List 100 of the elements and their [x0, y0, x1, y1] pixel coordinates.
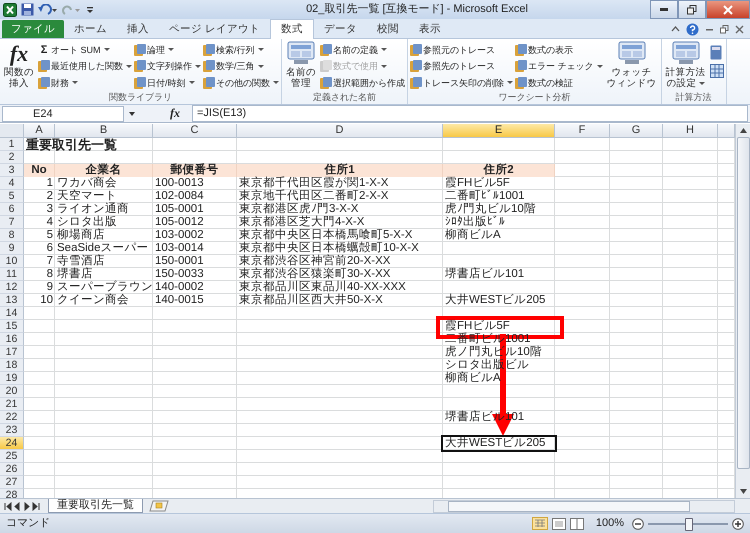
- row-header[interactable]: 10: [0, 255, 24, 268]
- customize-toolbar-icon[interactable]: [86, 4, 94, 14]
- minimize-button[interactable]: [650, 0, 678, 19]
- ribbon-button[interactable]: 選択範囲から作成: [320, 75, 405, 90]
- save-icon[interactable]: [21, 3, 34, 16]
- restore-button[interactable]: [678, 0, 706, 19]
- column-header[interactable]: D: [237, 124, 443, 138]
- book-icon: [134, 60, 146, 72]
- scroll-down-icon[interactable]: [740, 489, 746, 494]
- row-header[interactable]: 18: [0, 359, 24, 372]
- horizontal-scrollbar[interactable]: [433, 500, 735, 512]
- ribbon-button[interactable]: 参照先のトレース: [410, 58, 513, 74]
- insert-function-button[interactable]: fx 関数の 挿入: [2, 41, 36, 91]
- formula-field[interactable]: =JIS(E13): [192, 105, 748, 122]
- row-header[interactable]: 23: [0, 424, 24, 437]
- row-header[interactable]: 11: [0, 268, 24, 281]
- ribbon-button[interactable]: 数式の表示: [515, 42, 603, 57]
- ribbon-button[interactable]: Σ オート SUM: [38, 42, 132, 57]
- ribbon-button[interactable]: その他の関数: [203, 75, 279, 90]
- close-icon[interactable]: [735, 24, 744, 34]
- help-icon[interactable]: [686, 22, 699, 36]
- column-header[interactable]: F: [555, 124, 610, 138]
- row-header[interactable]: 19: [0, 372, 24, 385]
- ribbon-button[interactable]: 参照元のトレース: [410, 42, 513, 57]
- ribbon-button[interactable]: エラー チェック: [515, 58, 603, 74]
- book-icon: [320, 60, 332, 72]
- normal-view-icon[interactable]: [532, 517, 548, 530]
- ribbon-button[interactable]: トレース矢印の削除: [410, 75, 513, 90]
- restore-icon: [687, 4, 697, 14]
- column-header[interactable]: H: [663, 124, 718, 138]
- row-header[interactable]: 13: [0, 294, 24, 307]
- row-header[interactable]: 28: [0, 489, 24, 498]
- row-header[interactable]: 12: [0, 281, 24, 294]
- row-header[interactable]: 17: [0, 346, 24, 359]
- ribbon-button[interactable]: 最近使用した関数: [38, 58, 132, 74]
- page-break-view-icon[interactable]: [570, 518, 584, 530]
- restore-icon[interactable]: [720, 24, 729, 34]
- row-header[interactable]: 4: [0, 177, 24, 190]
- column-header[interactable]: B: [55, 124, 153, 138]
- ribbon-button[interactable]: 検索/行列: [203, 42, 279, 57]
- row-header[interactable]: 14: [0, 307, 24, 320]
- ribbon-button[interactable]: 論理: [134, 42, 201, 57]
- row-header[interactable]: 22: [0, 411, 24, 424]
- scroll-up-icon[interactable]: [740, 128, 746, 133]
- row-header[interactable]: 16: [0, 333, 24, 346]
- column-header[interactable]: G: [610, 124, 663, 138]
- zoom-in-icon[interactable]: [732, 518, 744, 530]
- zoom-slider[interactable]: [685, 518, 693, 530]
- column-header[interactable]: E: [443, 124, 555, 138]
- page-layout-view-icon[interactable]: [552, 518, 566, 530]
- ribbon-tab[interactable]: データ: [314, 20, 367, 38]
- table-cell[interactable]: 大井WESTビル205: [443, 437, 555, 450]
- row-header[interactable]: 9: [0, 242, 24, 255]
- table-cell-text: 150-0001: [154, 255, 205, 268]
- insert-function-button[interactable]: fx: [140, 107, 188, 120]
- ribbon-button[interactable]: 文字列操作: [134, 58, 201, 74]
- name-box[interactable]: E24: [2, 106, 124, 122]
- ribbon-button[interactable]: 数式の検証: [515, 75, 603, 90]
- ribbon-button[interactable]: ウォッチ ウィンドウ: [604, 41, 659, 91]
- close-button[interactable]: [706, 0, 750, 19]
- row-header[interactable]: 15: [0, 320, 24, 333]
- column-header[interactable]: A: [24, 124, 55, 138]
- row-header[interactable]: 27: [0, 476, 24, 489]
- dropdown-arrow-icon[interactable]: [128, 110, 136, 116]
- row-header[interactable]: 3: [0, 164, 24, 177]
- ribbon-button[interactable]: 数学/三角: [203, 58, 279, 74]
- vertical-scrollbar[interactable]: [735, 124, 750, 498]
- ribbon-button[interactable]: 財務: [38, 75, 132, 90]
- row-header[interactable]: 24: [0, 437, 24, 450]
- ribbon-tab[interactable]: ファイル: [2, 20, 64, 38]
- ribbon-tab[interactable]: ホーム: [64, 20, 117, 38]
- ribbon-tab[interactable]: ページ レイアウト: [159, 20, 270, 38]
- row-header[interactable]: 5: [0, 190, 24, 203]
- collapse-ribbon-icon[interactable]: [671, 25, 680, 33]
- calculator-icon[interactable]: [710, 45, 722, 60]
- row-header[interactable]: 8: [0, 229, 24, 242]
- ribbon-tab[interactable]: 数式: [270, 19, 314, 39]
- new-sheet-icon[interactable]: [147, 500, 169, 512]
- row-header[interactable]: 25: [0, 450, 24, 463]
- ribbon-button[interactable]: 計算方法 の設定: [664, 41, 708, 91]
- row-header[interactable]: 21: [0, 398, 24, 411]
- ribbon-tab[interactable]: 校閲: [366, 20, 409, 38]
- undo-icon[interactable]: [38, 4, 58, 16]
- ribbon-button[interactable]: 名前の 管理: [284, 41, 318, 91]
- table-icon[interactable]: [710, 64, 724, 78]
- ribbon-button[interactable]: 日付/時刻: [134, 75, 201, 90]
- ribbon-tab[interactable]: 挿入: [117, 20, 159, 38]
- row-header[interactable]: 20: [0, 385, 24, 398]
- zoom-level[interactable]: 100%: [596, 517, 624, 530]
- row-header[interactable]: 1: [0, 138, 24, 151]
- ribbon-button[interactable]: 名前の定義: [320, 42, 405, 57]
- row-header[interactable]: 7: [0, 216, 24, 229]
- row-header[interactable]: 2: [0, 151, 24, 164]
- zoom-out-icon[interactable]: [632, 518, 644, 530]
- column-header[interactable]: C: [153, 124, 237, 138]
- row-header[interactable]: 26: [0, 463, 24, 476]
- ribbon-tab[interactable]: 表示: [408, 20, 451, 38]
- sheet-tab[interactable]: 重要取引先一覧: [48, 499, 143, 513]
- row-header[interactable]: 6: [0, 203, 24, 216]
- table-cell-text: 5: [46, 229, 54, 242]
